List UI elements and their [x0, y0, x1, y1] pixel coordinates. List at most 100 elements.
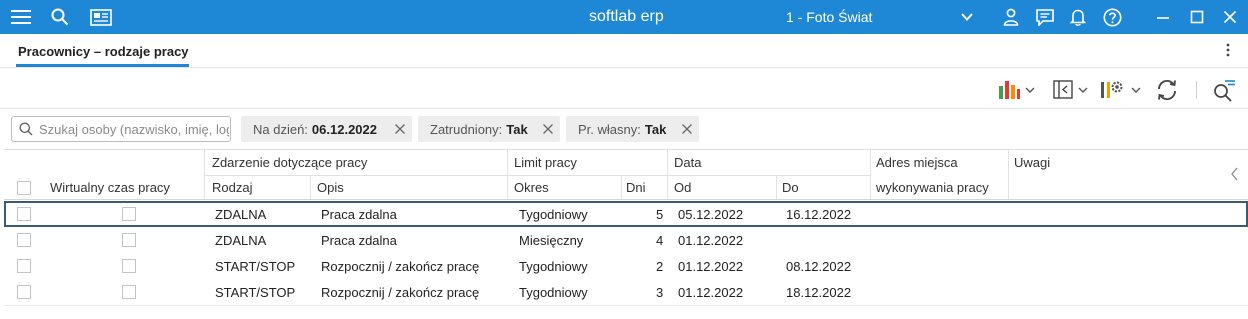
header-opis[interactable]: Opis	[317, 180, 344, 195]
close-icon[interactable]	[1222, 0, 1238, 34]
header-od[interactable]: Od	[674, 180, 691, 195]
chevron-down-icon[interactable]	[960, 10, 974, 29]
title-bar: softlab erp 1 - Foto Świat	[0, 0, 1248, 34]
header-rodzaj[interactable]: Rodzaj	[212, 180, 252, 195]
cell-rodzaj: ZDALNA	[215, 233, 267, 248]
header-uwagi[interactable]: Uwagi	[1014, 155, 1050, 170]
search-icon[interactable]	[50, 0, 70, 34]
cell-dni: 5	[656, 207, 664, 222]
virtual-time-checkbox[interactable]	[122, 233, 136, 247]
column-divider	[621, 175, 622, 199]
header-limit: Limit pracy	[514, 155, 577, 170]
filter-chip-date[interactable]: Na dzień: 06.12.2022	[241, 116, 412, 142]
minimize-icon[interactable]	[1155, 0, 1171, 34]
cell-okres: Miesięczny	[519, 233, 584, 248]
cell-od: 01.12.2022	[678, 233, 744, 248]
cell-okres: Tygodniowy	[519, 207, 588, 222]
filter-chip-label: Pr. własny:	[578, 121, 641, 137]
virtual-time-checkbox[interactable]	[122, 207, 136, 221]
bell-icon[interactable]	[1070, 0, 1086, 34]
cell-do: 08.12.2022	[786, 259, 852, 274]
row-select-checkbox[interactable]	[17, 259, 31, 273]
toolbar-divider	[1196, 81, 1197, 99]
cell-dni: 3	[656, 285, 664, 300]
column-divider	[870, 150, 871, 199]
cell-rodzaj: START/STOP	[215, 285, 296, 300]
filter-chip-own-employee[interactable]: Pr. własny: Tak	[566, 116, 699, 142]
cell-dni: 4	[656, 233, 664, 248]
tab-bar: Pracownicy – rodzaje pracy	[0, 34, 1248, 68]
search-box	[11, 116, 231, 142]
active-tab-indicator	[16, 64, 189, 67]
chart-icon[interactable]	[998, 79, 1036, 101]
settings-icon[interactable]	[1098, 78, 1142, 102]
column-divider	[1008, 150, 1009, 199]
header-data: Data	[674, 155, 702, 170]
filter-chip-label: Na dzień:	[253, 121, 308, 137]
filter-chip-label: Zatrudniony:	[430, 121, 503, 137]
virtual-time-checkbox[interactable]	[122, 285, 136, 299]
cell-dni: 2	[656, 259, 664, 274]
cell-okres: Tygodniowy	[519, 259, 588, 274]
filter-bar: Na dzień: 06.12.2022 Zatrudniony: Tak Pr…	[0, 110, 1248, 148]
app-title: softlab erp	[589, 8, 664, 25]
cell-rodzaj: ZDALNA	[215, 207, 267, 222]
row-select-checkbox[interactable]	[17, 233, 31, 247]
chevron-left-icon[interactable]	[1230, 167, 1240, 186]
cell-okres: Tygodniowy	[519, 285, 588, 300]
table-row[interactable]: ZDALNA Praca zdalna Miesięczny 4 01.12.2…	[4, 227, 1248, 253]
cell-opis: Praca zdalna	[321, 207, 397, 222]
cell-do: 18.12.2022	[786, 285, 852, 300]
cell-opis: Rozpocznij / zakończ pracę	[321, 285, 480, 300]
grid-toolbar	[0, 69, 1248, 109]
remove-filter-icon[interactable]	[394, 123, 406, 135]
row-select-checkbox[interactable]	[17, 285, 31, 299]
cell-rodzaj: START/STOP	[215, 259, 296, 274]
header-okres[interactable]: Okres	[514, 180, 549, 195]
tab-pracownicy-rodzaje-pracy[interactable]: Pracownicy – rodzaje pracy	[18, 44, 189, 59]
search-icon	[19, 122, 33, 136]
row-select-checkbox[interactable]	[17, 207, 31, 221]
table-row[interactable]: START/STOP Rozpocznij / zakończ pracę Ty…	[4, 253, 1248, 279]
refresh-icon[interactable]	[1155, 78, 1179, 102]
cell-od: 01.12.2022	[678, 259, 744, 274]
header-dni[interactable]: Dni	[626, 180, 646, 195]
maximize-icon[interactable]	[1189, 0, 1205, 34]
header-bottom-line	[4, 199, 1248, 200]
header-adres-line2: wykonywania pracy	[876, 180, 989, 195]
cell-opis: Rozpocznij / zakończ pracę	[321, 259, 480, 274]
news-icon[interactable]	[90, 0, 112, 34]
panel-toggle-icon[interactable]	[1052, 79, 1090, 101]
search-input[interactable]	[39, 120, 229, 138]
select-all-checkbox[interactable]	[17, 181, 31, 195]
virtual-time-checkbox[interactable]	[122, 259, 136, 273]
more-options-icon[interactable]	[1226, 43, 1230, 62]
filter-chip-value: Tak	[644, 121, 667, 137]
filter-chip-value: 06.12.2022	[311, 121, 377, 137]
table-row[interactable]: START/STOP Rozpocznij / zakończ pracę Ty…	[4, 279, 1248, 305]
header-adres: Adres miejsca	[876, 155, 958, 170]
user-icon[interactable]	[1002, 0, 1020, 34]
header-do[interactable]: Do	[782, 180, 799, 195]
filter-chip-value: Tak	[506, 121, 528, 137]
table-row[interactable]: ZDALNA Praca zdalna Tygodniowy 5 05.12.2…	[4, 201, 1248, 227]
header-zdarzenie: Zdarzenie dotyczące pracy	[212, 155, 368, 170]
cell-od: 01.12.2022	[678, 285, 744, 300]
remove-filter-icon[interactable]	[681, 123, 693, 135]
help-icon[interactable]	[1102, 0, 1122, 34]
header-divider	[204, 175, 870, 176]
remove-filter-icon[interactable]	[542, 123, 554, 135]
grid-bottom-line	[4, 305, 1248, 306]
cell-opis: Praca zdalna	[321, 233, 397, 248]
cell-od: 05.12.2022	[678, 207, 744, 222]
column-divider	[776, 175, 777, 199]
menu-icon[interactable]	[8, 0, 34, 34]
header-wirtualny[interactable]: Wirtualny czas pracy	[50, 180, 170, 195]
data-grid: Zdarzenie dotyczące pracy Limit pracy Da…	[4, 149, 1248, 319]
filter-chip-employed[interactable]: Zatrudniony: Tak	[418, 116, 560, 142]
chat-icon[interactable]	[1036, 0, 1054, 34]
column-divider	[310, 175, 311, 199]
company-selector[interactable]: 1 - Foto Świat	[786, 9, 872, 25]
advanced-search-icon[interactable]	[1212, 78, 1236, 102]
cell-do: 16.12.2022	[786, 207, 852, 222]
